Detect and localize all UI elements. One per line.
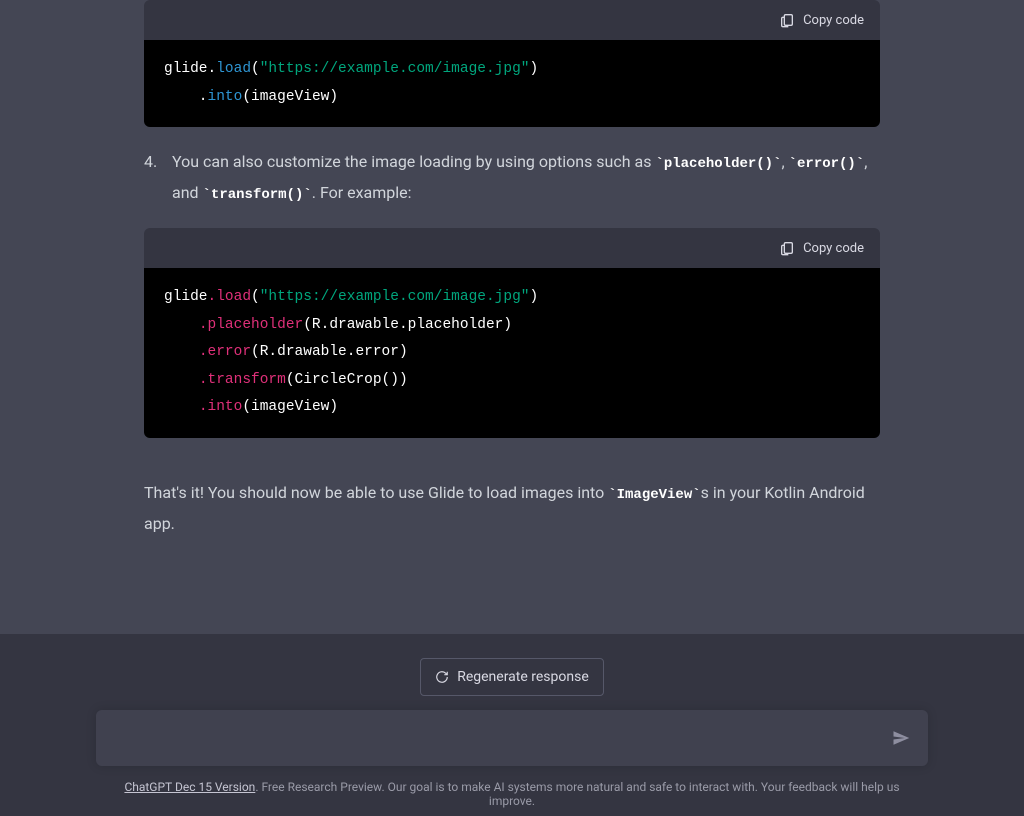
copy-code-label: Copy code xyxy=(803,13,864,28)
chat-input[interactable] xyxy=(96,710,928,766)
footer-disclaimer: ChatGPT Dec 15 Version. Free Research Pr… xyxy=(96,780,928,808)
regenerate-label: Regenerate response xyxy=(457,669,589,685)
input-area: Regenerate response ChatGPT Dec 15 Versi… xyxy=(0,634,1024,816)
copy-code-button[interactable]: Copy code xyxy=(779,240,864,256)
clipboard-icon xyxy=(779,12,795,28)
closing-paragraph: That's it! You should now be able to use… xyxy=(144,478,880,539)
version-link[interactable]: ChatGPT Dec 15 Version xyxy=(124,780,255,794)
code-block-2: Copy code glide.load("https://example.co… xyxy=(144,228,880,438)
send-button[interactable] xyxy=(888,725,914,751)
step-4-text: You can also customize the image loading… xyxy=(172,147,880,208)
code-block-1: Copy code glide.load("https://example.co… xyxy=(144,0,880,127)
chat-scroll-area[interactable]: Copy code glide.load("https://example.co… xyxy=(0,0,1024,601)
code-body-1: glide.load("https://example.com/image.jp… xyxy=(144,40,880,127)
clipboard-icon xyxy=(779,240,795,256)
step-4: 4. You can also customize the image load… xyxy=(144,147,880,208)
refresh-icon xyxy=(435,670,449,684)
send-icon xyxy=(892,729,910,747)
copy-code-button[interactable]: Copy code xyxy=(779,12,864,28)
regenerate-button[interactable]: Regenerate response xyxy=(420,658,604,696)
inline-code-placeholder: `placeholder()` xyxy=(655,156,781,172)
code-body-2: glide.load("https://example.com/image.jp… xyxy=(144,268,880,438)
inline-code-transform: `transform()` xyxy=(203,187,312,203)
inline-code-error: `error()` xyxy=(789,156,865,172)
code-header: Copy code xyxy=(144,228,880,268)
assistant-message: Copy code glide.load("https://example.co… xyxy=(132,0,892,539)
inline-code-imageview: `ImageView` xyxy=(608,487,700,503)
copy-code-label: Copy code xyxy=(803,241,864,256)
list-number: 4. xyxy=(144,147,172,208)
code-header: Copy code xyxy=(144,0,880,40)
